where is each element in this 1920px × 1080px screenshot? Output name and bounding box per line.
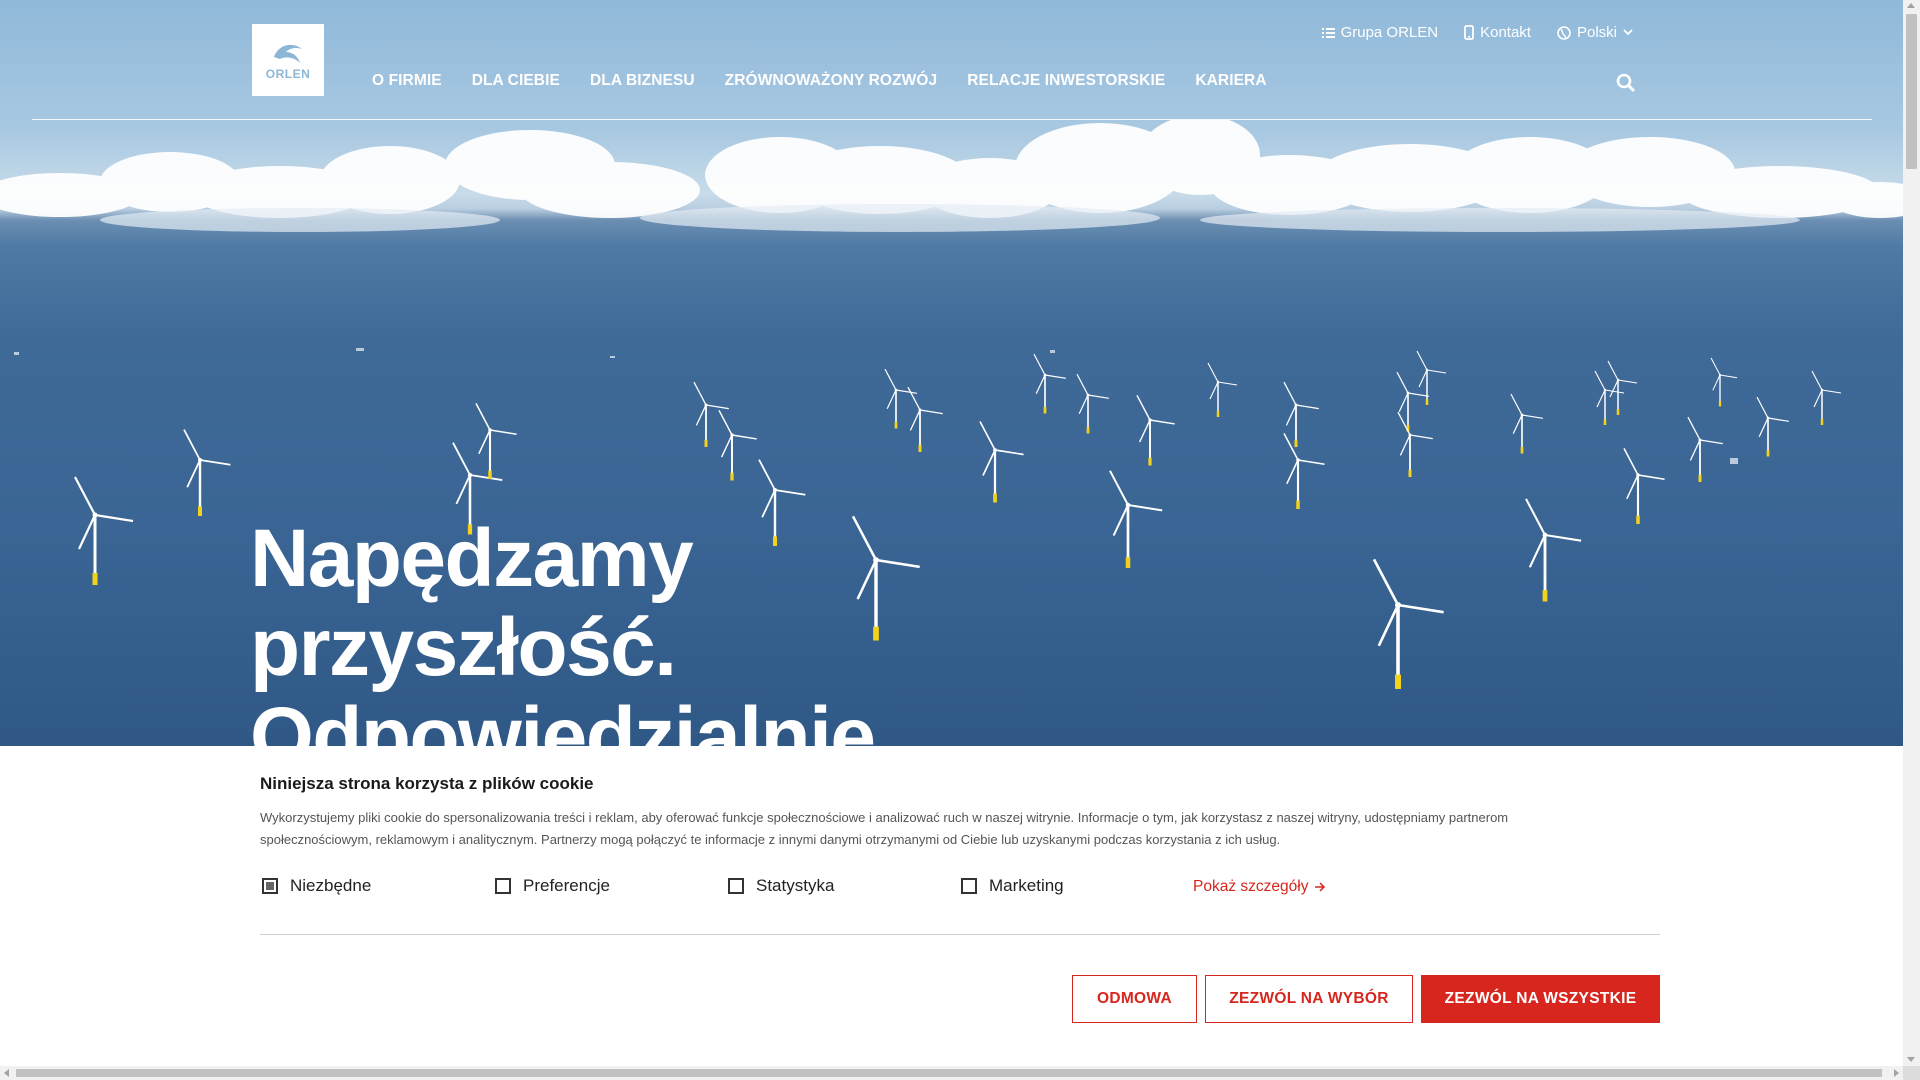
main-navigation: O FIRMIE DLA CIEBIE DLA BIZNESU ZRÓWNOWA… <box>372 72 1267 90</box>
checkbox-box-checked[interactable] <box>262 878 278 894</box>
checkbox-label: Statystyka <box>756 876 835 895</box>
nav-item-dla-ciebie[interactable]: DLA CIEBIE <box>472 72 560 90</box>
scroll-up-arrow-icon[interactable] <box>1907 3 1915 8</box>
phone-icon <box>1464 25 1475 40</box>
cookie-consent-panel: Niniejsza strona korzysta z plików cooki… <box>0 746 1903 1066</box>
top-utility-bar: Grupa ORLEN Kontakt Polski <box>1321 24 1633 41</box>
nav-item-relacje-inwestorskie[interactable]: RELACJE INWESTORSKIE <box>967 72 1165 90</box>
checkbox-statystyka[interactable]: Statystyka <box>728 876 961 896</box>
allow-all-button[interactable]: ZEZWÓL NA WSZYSTKIE <box>1421 975 1660 1023</box>
group-link[interactable]: Grupa ORLEN <box>1321 24 1439 41</box>
chevron-down-icon <box>1623 29 1633 36</box>
checkbox-preferencje[interactable]: Preferencje <box>495 876 728 896</box>
horizontal-scroll-thumb[interactable] <box>16 1069 1882 1077</box>
show-details-label: Pokaż szczegóły <box>1193 878 1309 895</box>
horizontal-scrollbar[interactable] <box>0 1066 1903 1080</box>
deny-button[interactable]: ODMOWA <box>1072 975 1197 1023</box>
allow-selection-button[interactable]: ZEZWÓL NA WYBÓR <box>1205 975 1413 1023</box>
cookie-description: Wykorzystujemy pliki cookie do spersonal… <box>260 810 1509 847</box>
scrollbar-corner <box>1903 1066 1920 1080</box>
checkbox-niezbedne[interactable]: Niezbędne <box>262 876 495 896</box>
scroll-down-arrow-icon[interactable] <box>1907 1057 1915 1062</box>
scroll-right-arrow-icon[interactable] <box>1894 1069 1899 1077</box>
arrow-right-icon <box>1315 882 1326 892</box>
headline-line-1: Napędzamy <box>250 513 694 604</box>
show-details-link[interactable]: Pokaż szczegóły <box>1193 878 1326 896</box>
vertical-scroll-thumb[interactable] <box>1906 14 1917 169</box>
checkbox-box[interactable] <box>961 878 977 894</box>
vertical-scrollbar[interactable] <box>1903 0 1920 1066</box>
globe-icon <box>1557 25 1571 40</box>
group-link-label: Grupa ORLEN <box>1340 24 1439 41</box>
checkbox-box[interactable] <box>728 878 744 894</box>
logo-text: ORLEN <box>265 67 311 81</box>
header-divider <box>32 119 1872 120</box>
orlen-logo[interactable]: ORLEN <box>252 24 324 96</box>
nav-item-zrownowazony-rozwoj[interactable]: ZRÓWNOWAŻONY ROZWÓJ <box>725 72 938 90</box>
nav-item-kariera[interactable]: KARIERA <box>1195 72 1266 90</box>
cookie-divider <box>260 934 1660 935</box>
contact-link[interactable]: Kontakt <box>1464 24 1531 41</box>
cookie-categories: Niezbędne Preferencje Statystyka Marketi… <box>262 876 1194 896</box>
language-label: Polski <box>1576 24 1617 41</box>
nav-item-o-firmie[interactable]: O FIRMIE <box>372 72 442 90</box>
hero-headline: Napędzamy przyszłość. Odpowiedzialnie. <box>250 513 897 746</box>
checkbox-label: Preferencje <box>523 876 610 895</box>
hero-section: ORLEN Grupa ORLEN Kontakt Polski O FIRMI… <box>0 0 1903 746</box>
checkbox-label: Niezbędne <box>290 876 372 895</box>
list-icon <box>1321 27 1335 38</box>
checkbox-marketing[interactable]: Marketing <box>961 876 1194 896</box>
nav-item-dla-biznesu[interactable]: DLA BIZNESU <box>590 72 695 90</box>
headline-line-2: przyszłość. <box>250 602 677 693</box>
language-selector[interactable]: Polski <box>1557 24 1633 41</box>
headline-line-3: Odpowiedzialnie. <box>250 691 897 746</box>
search-icon[interactable] <box>1615 72 1637 94</box>
scroll-left-arrow-icon[interactable] <box>4 1069 9 1077</box>
cookie-title: Niniejsza strona korzysta z plików cooki… <box>260 774 594 793</box>
checkbox-label: Marketing <box>989 876 1064 895</box>
contact-link-label: Kontakt <box>1480 24 1531 41</box>
eagle-logo-icon <box>274 44 302 63</box>
checkbox-box[interactable] <box>495 878 511 894</box>
